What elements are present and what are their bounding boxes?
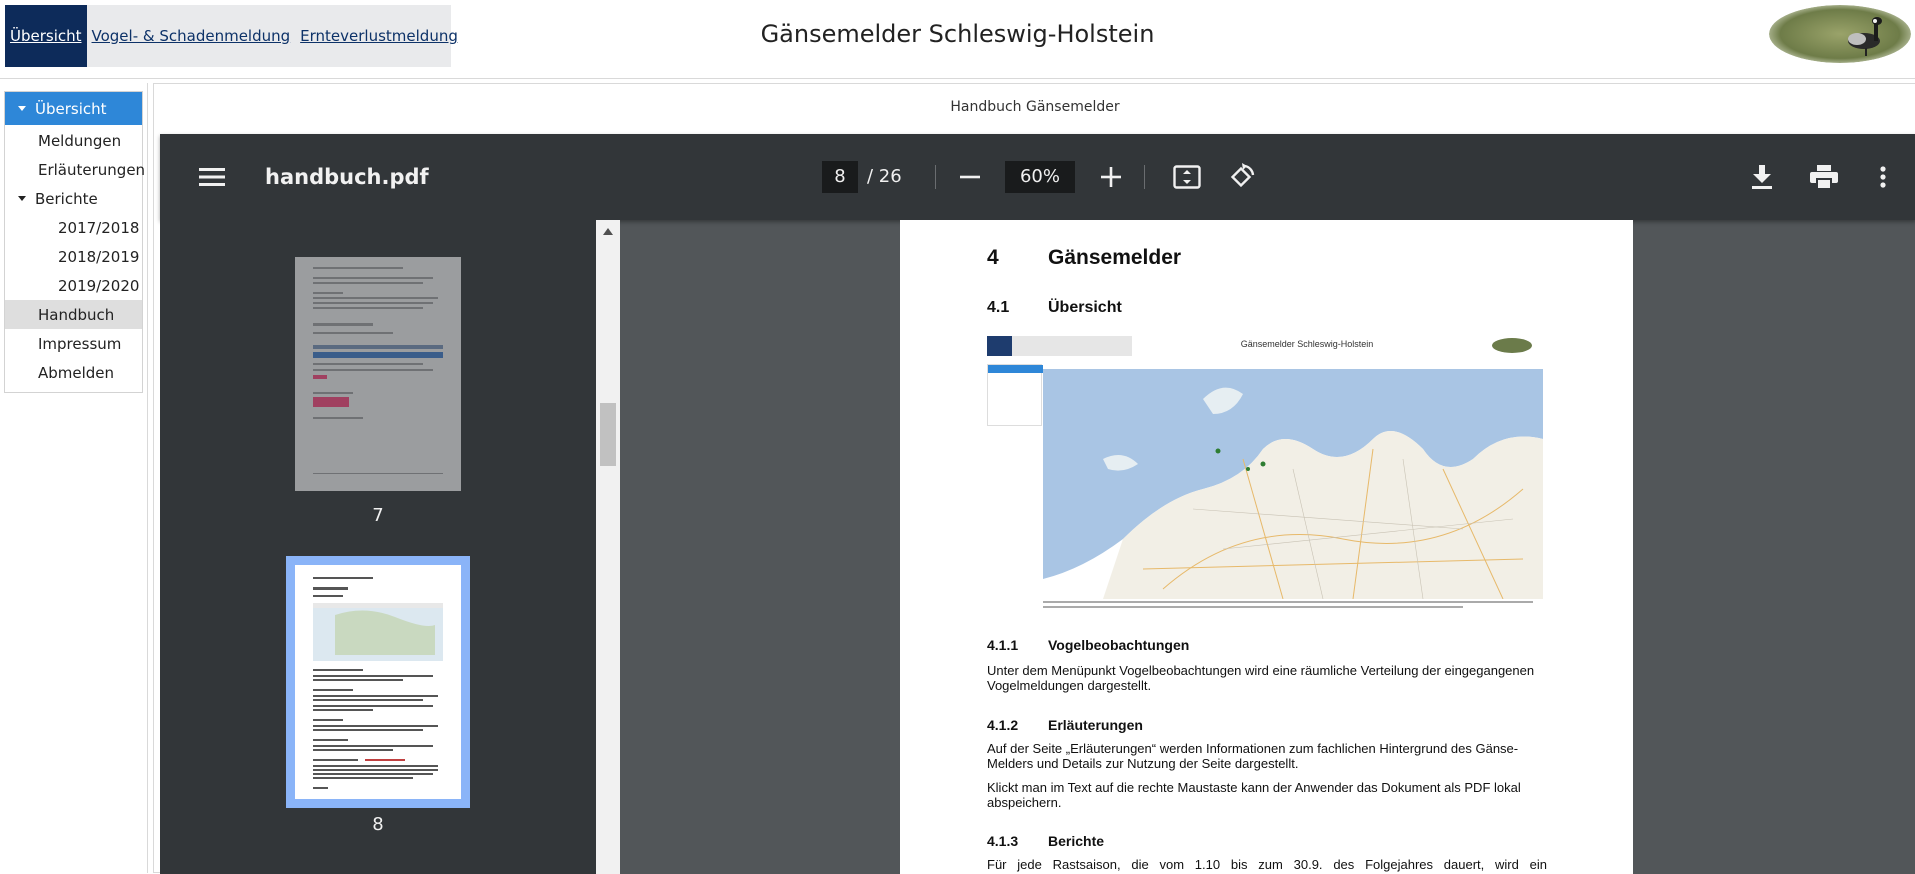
sidebar-menu: Übersicht Meldungen Erläuterungen Berich… bbox=[4, 91, 146, 393]
heading-level-1: 4 Gänsemelder bbox=[987, 246, 1181, 270]
pdf-page: 4 Gänsemelder 4.1 Übersicht Gänsemelder Sc… bbox=[900, 220, 1633, 874]
map-caption bbox=[1043, 599, 1543, 611]
more-vert-icon bbox=[1880, 166, 1886, 188]
scrollbar-thumb[interactable] bbox=[600, 403, 616, 466]
sidebar-item-uebersicht[interactable]: Übersicht bbox=[5, 92, 142, 125]
page-total: / 26 bbox=[867, 166, 902, 187]
screenshot-sidebar bbox=[987, 364, 1043, 426]
menu-icon[interactable] bbox=[192, 134, 232, 220]
pdf-file-name: handbuch.pdf bbox=[265, 165, 429, 189]
screenshot-logo bbox=[1492, 338, 1532, 353]
heading-text: Erläuterungen bbox=[1048, 717, 1143, 733]
pdf-toolbar: handbuch.pdf 8 / 26 60% bbox=[160, 134, 1915, 220]
thumbnail-panel: 7 8 bbox=[160, 220, 620, 874]
heading-level-3: 4.1.1 Vogelbeobachtungen bbox=[987, 637, 1189, 653]
page-number-input[interactable]: 8 bbox=[822, 161, 858, 193]
thumbnail-scrollbar[interactable] bbox=[596, 220, 620, 874]
fit-page-button[interactable] bbox=[1167, 134, 1207, 220]
pdf-viewer: handbuch.pdf 8 / 26 60% 7 8 4 Gänsemelde… bbox=[160, 134, 1915, 874]
heading-level-3: 4.1.2 Erläuterungen bbox=[987, 717, 1143, 733]
toolbar-divider bbox=[1144, 165, 1145, 189]
print-icon bbox=[1810, 165, 1838, 189]
sidebar-item-2017-2018[interactable]: 2017/2018 bbox=[5, 213, 142, 242]
thumbnail-page-8[interactable] bbox=[295, 565, 461, 799]
screenshot-nav-active bbox=[987, 336, 1012, 356]
heading-number: 4.1 bbox=[987, 299, 1010, 316]
heading-number: 4 bbox=[987, 246, 999, 269]
screenshot-title: Gänsemelder Schleswig-Holstein bbox=[1240, 339, 1374, 349]
minus-icon bbox=[960, 175, 980, 179]
caret-down-icon bbox=[18, 106, 26, 111]
toolbar-divider bbox=[935, 165, 936, 189]
rotate-icon bbox=[1230, 163, 1255, 188]
fit-page-icon bbox=[1173, 165, 1201, 189]
thumbnail-label: 8 bbox=[372, 814, 384, 835]
rotate-button[interactable] bbox=[1222, 134, 1262, 220]
sidebar-item-2018-2019[interactable]: 2018/2019 bbox=[5, 242, 142, 271]
heading-text: Vogelbeobachtungen bbox=[1048, 637, 1190, 653]
sidebar-item-label: Übersicht bbox=[35, 99, 107, 118]
more-options-button[interactable] bbox=[1868, 134, 1898, 220]
print-button[interactable] bbox=[1804, 134, 1844, 220]
site-title: Gänsemelder Schleswig-Holstein bbox=[760, 20, 1155, 48]
screenshot-sidebar-active bbox=[988, 365, 1043, 373]
sidebar-item-label: Erläuterungen bbox=[38, 160, 146, 179]
top-bar: Übersicht Vogel- & Schadenmeldung Erntev… bbox=[0, 0, 1915, 79]
heading-text: Gänsemelder bbox=[1048, 246, 1182, 269]
caret-down-icon bbox=[18, 196, 26, 201]
heading-text: Berichte bbox=[1048, 833, 1105, 849]
heading-level-2: 4.1 Übersicht bbox=[987, 299, 1122, 317]
embedded-map-screenshot: Gänsemelder Schleswig-Holstein bbox=[987, 336, 1545, 612]
zoom-in-button[interactable] bbox=[1093, 134, 1129, 220]
paragraph: Auf der Seite „Erläuterungen“ werden Inf… bbox=[987, 741, 1519, 771]
sidebar-item-handbuch[interactable]: Handbuch bbox=[5, 300, 142, 329]
zoom-level-input[interactable]: 60% bbox=[1005, 161, 1075, 193]
sidebar-item-label: Handbuch bbox=[38, 305, 115, 324]
heading-number: 4.1.3 bbox=[987, 833, 1019, 849]
download-icon bbox=[1752, 165, 1772, 189]
sidebar-item-impressum[interactable]: Impressum bbox=[5, 329, 142, 358]
sidebar-item-label: 2017/2018 bbox=[58, 218, 140, 237]
sidebar-item-label: 2018/2019 bbox=[58, 247, 140, 266]
sidebar-item-abmelden[interactable]: Abmelden bbox=[5, 358, 142, 387]
goose-logo bbox=[1769, 5, 1911, 63]
sidebar-item-label: 2019/2020 bbox=[58, 276, 140, 295]
heading-number: 4.1.1 bbox=[987, 637, 1019, 653]
zoom-out-button[interactable] bbox=[952, 134, 988, 220]
map-image bbox=[1043, 369, 1543, 600]
thumbnail-label: 7 bbox=[372, 505, 384, 526]
heading-number: 4.1.2 bbox=[987, 717, 1019, 733]
paragraph: Klickt man im Text auf die rechte Mausta… bbox=[987, 780, 1521, 810]
sidebar-item-meldungen[interactable]: Meldungen bbox=[5, 126, 142, 155]
sidebar-item-berichte[interactable]: Berichte bbox=[5, 184, 142, 213]
document-title: Handbuch Gänsemelder bbox=[950, 99, 1120, 115]
scroll-up-arrow-icon[interactable] bbox=[603, 228, 613, 235]
sidebar-item-label: Impressum bbox=[38, 334, 122, 353]
sidebar-item-label: Abmelden bbox=[38, 363, 115, 382]
heading-level-3: 4.1.3 Berichte bbox=[987, 833, 1104, 849]
paragraph: Für jede Rastsaison, die vom 1.10 bis zu… bbox=[987, 857, 1547, 872]
main-content: Handbuch Gänsemelder handbuch.pdf 8 / 26… bbox=[153, 83, 1915, 874]
paragraph: Unter dem Menüpunkt Vogelbeobachtungen w… bbox=[987, 663, 1535, 693]
sidebar-panel: Übersicht Meldungen Erläuterungen Berich… bbox=[0, 83, 148, 873]
screenshot-nav bbox=[987, 336, 1132, 356]
sidebar-item-2019-2020[interactable]: 2019/2020 bbox=[5, 271, 142, 300]
sidebar-item-label: Berichte bbox=[35, 189, 98, 208]
heading-text: Übersicht bbox=[1048, 299, 1122, 316]
download-button[interactable] bbox=[1744, 134, 1780, 220]
sidebar-item-erlaeuterungen[interactable]: Erläuterungen bbox=[5, 155, 146, 184]
plus-icon bbox=[1101, 167, 1121, 187]
thumbnail-page-7[interactable] bbox=[295, 257, 461, 491]
sidebar-item-label: Meldungen bbox=[38, 131, 122, 150]
